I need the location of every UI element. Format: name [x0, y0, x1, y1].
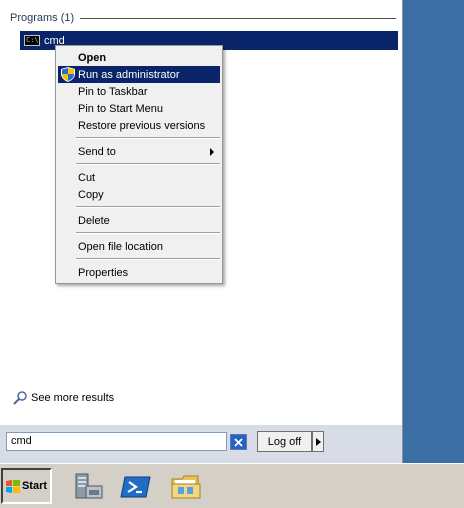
menu-item-open[interactable]: Open — [58, 49, 220, 66]
powershell-icon[interactable] — [120, 471, 152, 503]
chevron-right-icon — [315, 437, 321, 446]
menu-item-label: Pin to Start Menu — [78, 102, 163, 115]
taskbar: Start — [0, 463, 464, 508]
menu-item-properties[interactable]: Properties — [58, 264, 220, 281]
menu-separator — [76, 206, 220, 208]
menu-item-open-file-location[interactable]: Open file location — [58, 238, 220, 255]
menu-item-label: Restore previous versions — [78, 119, 206, 132]
uac-shield-icon — [61, 67, 75, 82]
menu-item-label: Properties — [78, 266, 129, 279]
menu-item-label: Pin to Taskbar — [78, 85, 148, 98]
menu-item-label: Cut — [78, 171, 96, 184]
menu-separator — [76, 137, 220, 139]
programs-header-label: Programs (1) — [10, 12, 75, 24]
menu-item-send-to[interactable]: Send to — [58, 143, 220, 160]
shutdown-options-button[interactable] — [312, 431, 324, 452]
log-off-button[interactable]: Log off — [257, 431, 312, 452]
magnifier-icon — [13, 391, 27, 405]
programs-header: Programs (1) — [10, 11, 396, 25]
menu-item-label: Run as administrator — [78, 68, 180, 81]
menu-item-cut[interactable]: Cut — [58, 169, 220, 186]
submenu-arrow-icon — [210, 148, 214, 156]
menu-separator — [76, 258, 220, 260]
menu-item-label: Delete — [78, 214, 110, 227]
header-divider — [80, 17, 396, 19]
see-more-label: See more results — [31, 392, 115, 404]
clear-search-button[interactable] — [230, 434, 247, 450]
menu-item-run-as-administrator[interactable]: Run as administrator — [58, 66, 220, 83]
menu-item-pin-to-start-menu[interactable]: Pin to Start Menu — [58, 100, 220, 117]
start-label: Start — [21, 480, 48, 492]
close-icon — [234, 437, 243, 447]
context-menu: Open Run as administrator Pin to Taskbar… — [55, 45, 223, 284]
see-more-results-link[interactable]: See more results — [12, 390, 114, 406]
search-input[interactable]: cmd — [6, 432, 227, 451]
menu-item-delete[interactable]: Delete — [58, 212, 220, 229]
cmd-prompt-icon: C:\ — [24, 35, 40, 46]
menu-item-pin-to-taskbar[interactable]: Pin to Taskbar — [58, 83, 220, 100]
log-off-label: Log off — [267, 435, 302, 448]
start-button[interactable]: Start — [1, 468, 52, 504]
explorer-folder-icon[interactable] — [170, 471, 202, 503]
menu-separator — [76, 232, 220, 234]
menu-item-label: Open — [78, 51, 107, 64]
menu-item-label: Open file location — [78, 240, 163, 253]
menu-separator — [76, 163, 220, 165]
menu-item-restore-previous-versions[interactable]: Restore previous versions — [58, 117, 220, 134]
menu-item-copy[interactable]: Copy — [58, 186, 220, 203]
server-manager-icon[interactable] — [72, 471, 104, 503]
menu-item-label: Send to — [78, 145, 116, 158]
windows-logo-icon — [5, 479, 20, 493]
menu-item-label: Copy — [78, 188, 104, 201]
